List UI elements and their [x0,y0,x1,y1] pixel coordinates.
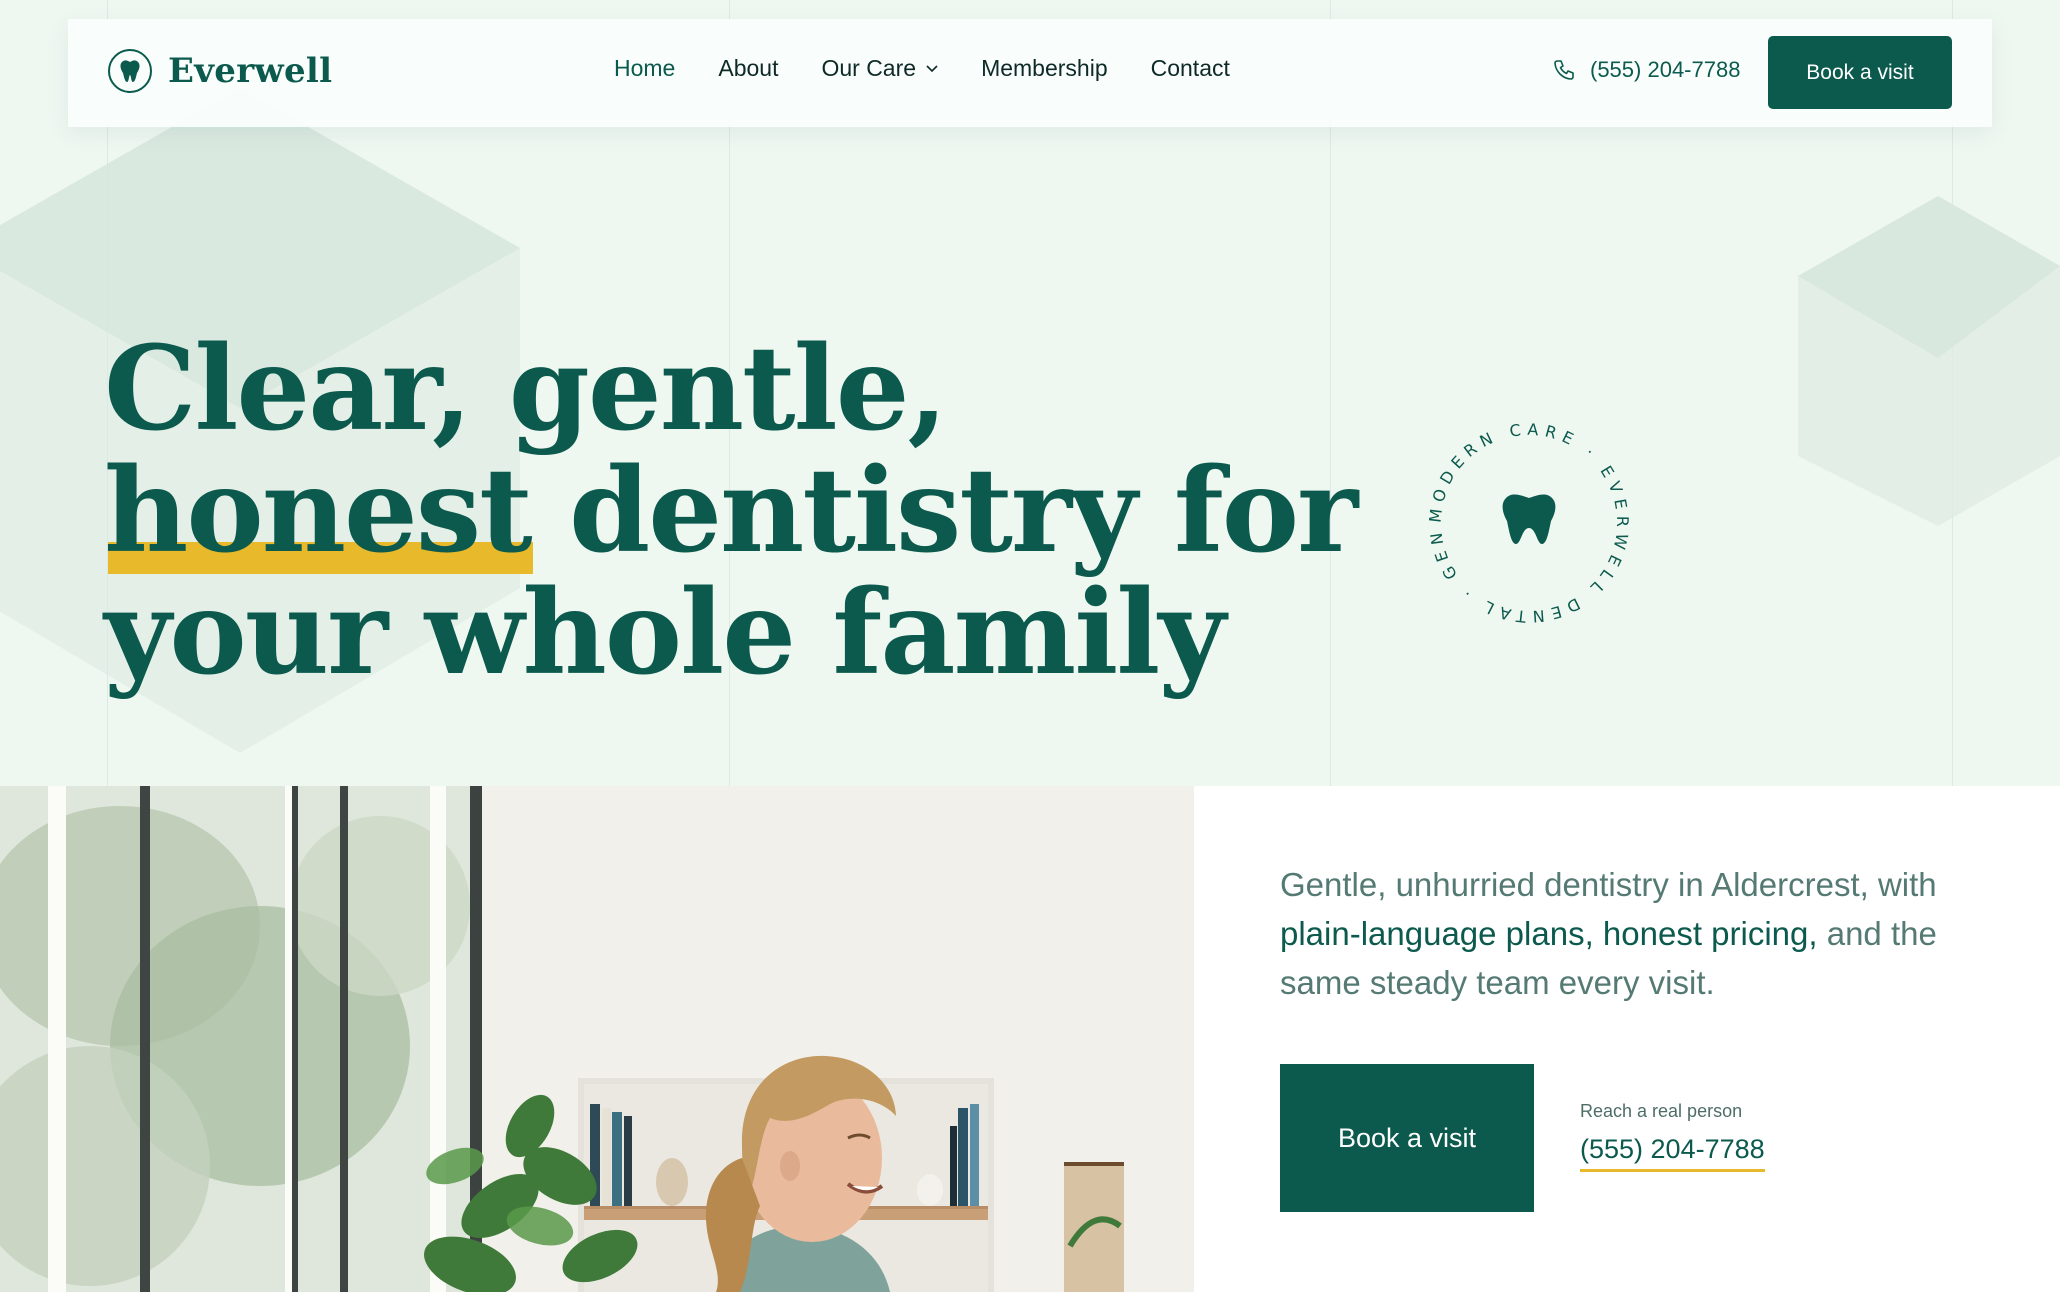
headline-highlight: honest [104,443,533,579]
nav-phone-link[interactable]: (555) 204-7788 [1552,57,1740,83]
intro-section: Gentle, unhurried dentistry in Aldercres… [1194,786,2060,1292]
main-nav: Home About Our Care Membership Contact [614,55,1273,82]
nav-item-our-care-label: Our Care [821,55,917,81]
hero-headline: Clear, gentle, honest dentistry for your… [104,321,1358,701]
headline-line-1: Clear, gentle, [104,321,948,457]
nav-item-about[interactable]: About [718,55,778,82]
nav-item-home[interactable]: Home [614,55,675,82]
top-nav: Everwell Home About Our Care Membership … [68,19,1992,127]
tooth-icon [1502,494,1556,544]
nav-item-contact[interactable]: Contact [1151,55,1230,82]
logo[interactable]: Everwell [108,49,332,93]
intro-start: Gentle, unhurried dentistry in Aldercres… [1280,866,1937,903]
nav-phone-number: (555) 204-7788 [1590,57,1741,82]
reach-phone-link[interactable]: (555) 204-7788 [1580,1134,1765,1172]
headline-line-3: your whole family [104,565,1226,701]
intro-emphasis: plain-language plans, honest pricing, [1280,915,1818,952]
book-visit-button[interactable]: Book a visit [1280,1064,1534,1212]
reach-label: Reach a real person [1580,1101,1743,1121]
hexagon-decoration-right [1798,196,2060,526]
nav-item-membership[interactable]: Membership [981,55,1108,82]
chevron-down-icon [926,64,938,73]
hero-photo [0,786,1194,1292]
patient-photo-illustration [0,786,1194,1292]
reach-contact: Reach a real person (555) 204-7788 [1580,1101,1765,1172]
phone-icon [1554,60,1574,80]
intro-paragraph: Gentle, unhurried dentistry in Aldercres… [1280,860,1980,1007]
book-visit-button-nav[interactable]: Book a visit [1768,36,1952,109]
brand-name: Everwell [168,51,333,91]
headline-line-2-rest: dentistry for [530,443,1358,579]
circular-badge: MODERN CARE · EVERWELL DENTAL · GENTLE · [1409,397,1640,634]
page: Everwell Home About Our Care Membership … [0,0,2060,1292]
headline-line-2: honest dentistry for [104,443,1358,579]
tooth-logo-icon [108,49,152,93]
nav-item-our-care[interactable]: Our Care [821,55,938,82]
